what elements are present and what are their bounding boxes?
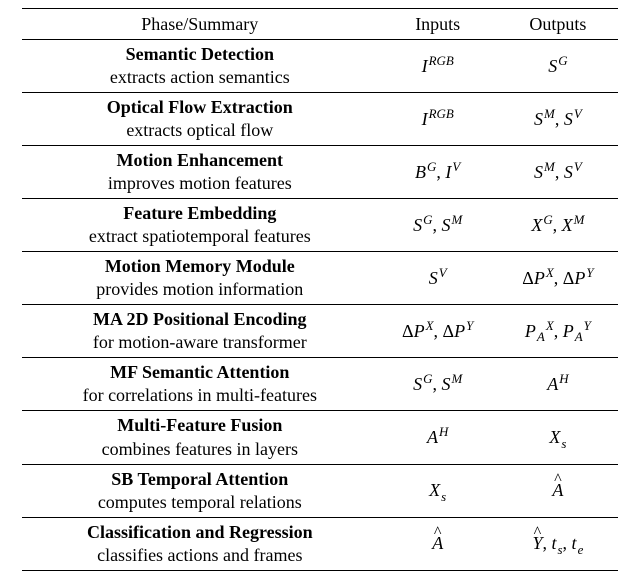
table-row: Semantic Detectionextracts action semant… [22,40,618,93]
cell-phase: MF Semantic Attentionfor correlations in… [22,358,378,411]
cell-inputs: IRGB [378,40,498,93]
cell-inputs: IRGB [378,93,498,146]
phase-desc: provides motion information [28,278,372,301]
phase-title: Motion Enhancement [28,149,372,172]
table-container: Phase/Summary Inputs Outputs Semantic De… [0,0,640,516]
cell-phase: Classification and Regressionclassifies … [22,517,378,570]
cell-outputs: SM, SV [498,146,618,199]
phase-desc: improves motion features [28,172,372,195]
cell-outputs: PAX, PAY [498,305,618,358]
cell-inputs: SG, SM [378,199,498,252]
cell-outputs: Y, ts, te [498,517,618,570]
cell-phase: SB Temporal Attentioncomputes temporal r… [22,464,378,517]
cell-phase: MA 2D Positional Encodingfor motion-awar… [22,305,378,358]
cell-outputs: SM, SV [498,93,618,146]
phase-title: Feature Embedding [28,202,372,225]
phase-title: Motion Memory Module [28,255,372,278]
col-header-outputs: Outputs [498,9,618,40]
phase-desc: classifies actions and frames [28,544,372,567]
table-row: MA 2D Positional Encodingfor motion-awar… [22,305,618,358]
cell-inputs: BG, IV [378,146,498,199]
cell-outputs: Xs [498,411,618,464]
table-row: Motion Enhancementimproves motion featur… [22,146,618,199]
table-row: Classification and Regressionclassifies … [22,517,618,570]
phase-desc: computes temporal relations [28,491,372,514]
phase-title: MF Semantic Attention [28,361,372,384]
phase-desc: extracts optical flow [28,119,372,142]
table-body: Semantic Detectionextracts action semant… [22,40,618,571]
cell-outputs: AH [498,358,618,411]
table-row: Multi-Feature Fusioncombines features in… [22,411,618,464]
table-row: MF Semantic Attentionfor correlations in… [22,358,618,411]
phase-title: Optical Flow Extraction [28,96,372,119]
cell-outputs: SG [498,40,618,93]
table-row: SB Temporal Attentioncomputes temporal r… [22,464,618,517]
phase-title: MA 2D Positional Encoding [28,308,372,331]
col-header-inputs: Inputs [378,9,498,40]
table-row: Feature Embeddingextract spatiotemporal … [22,199,618,252]
phase-desc: for motion-aware transformer [28,331,372,354]
col-header-phase: Phase/Summary [22,9,378,40]
phase-title: Multi-Feature Fusion [28,414,372,437]
phase-desc: extract spatiotemporal features [28,225,372,248]
cell-phase: Motion Enhancementimproves motion featur… [22,146,378,199]
cell-inputs: SV [378,252,498,305]
cell-phase: Feature Embeddingextract spatiotemporal … [22,199,378,252]
phase-title: SB Temporal Attention [28,468,372,491]
table-row: Motion Memory Moduleprovides motion info… [22,252,618,305]
phase-desc: combines features in layers [28,438,372,461]
cell-inputs: SG, SM [378,358,498,411]
phase-desc: for correlations in multi-features [28,384,372,407]
cell-outputs: ΔPX, ΔPY [498,252,618,305]
cell-phase: Multi-Feature Fusioncombines features in… [22,411,378,464]
table-header-row: Phase/Summary Inputs Outputs [22,9,618,40]
cell-inputs: ΔPX, ΔPY [378,305,498,358]
phase-title: Classification and Regression [28,521,372,544]
cell-outputs: A [498,464,618,517]
cell-phase: Motion Memory Moduleprovides motion info… [22,252,378,305]
cell-inputs: A [378,517,498,570]
phase-title: Semantic Detection [28,43,372,66]
cell-phase: Semantic Detectionextracts action semant… [22,40,378,93]
cell-phase: Optical Flow Extractionextracts optical … [22,93,378,146]
cell-inputs: AH [378,411,498,464]
phases-table: Phase/Summary Inputs Outputs Semantic De… [22,8,618,571]
table-row: Optical Flow Extractionextracts optical … [22,93,618,146]
cell-inputs: Xs [378,464,498,517]
phase-desc: extracts action semantics [28,66,372,89]
cell-outputs: XG, XM [498,199,618,252]
